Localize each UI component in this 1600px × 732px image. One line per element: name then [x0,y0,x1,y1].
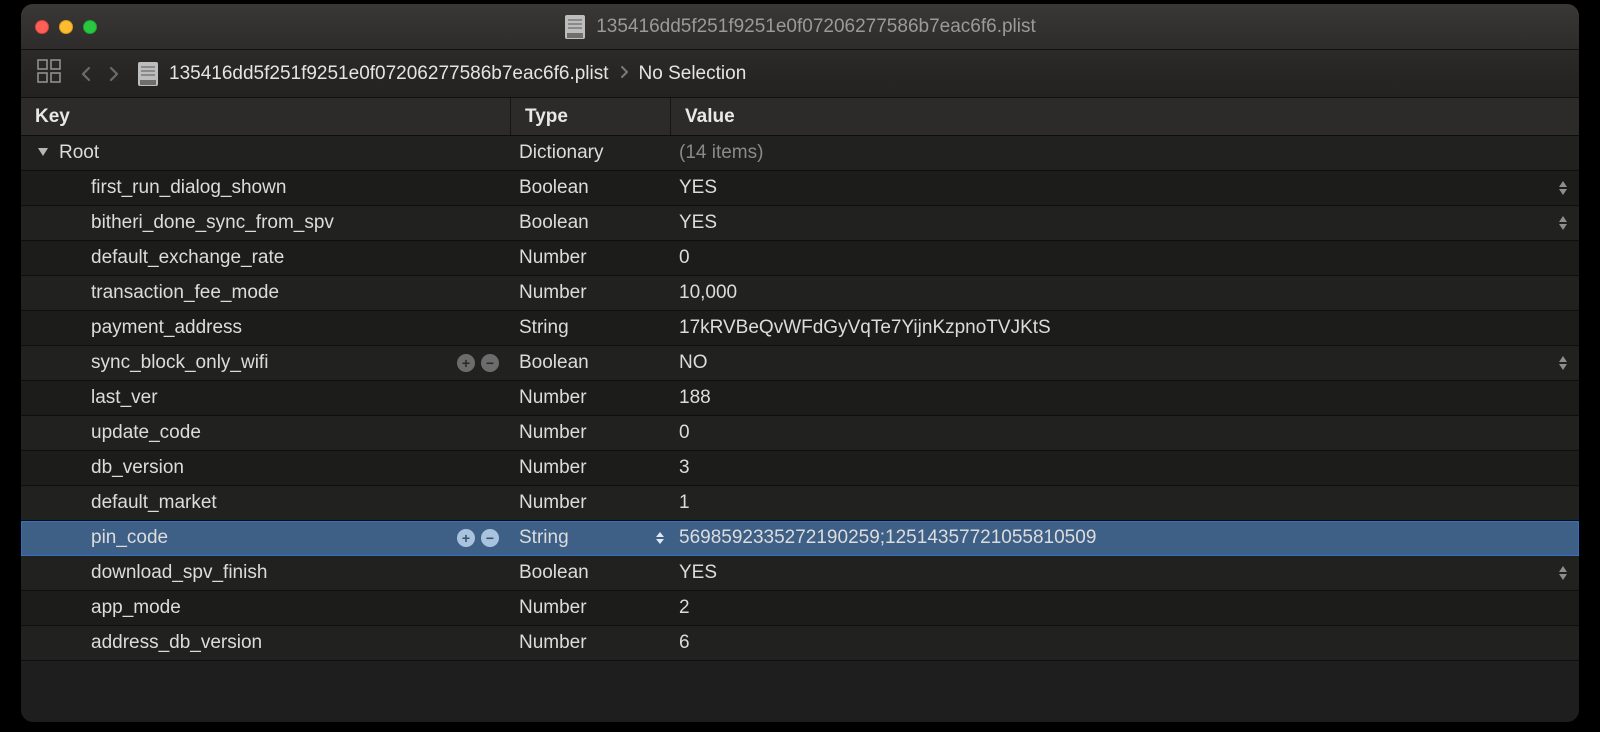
row-key: transaction_fee_mode [91,282,279,304]
nav-buttons [77,65,123,83]
table-row[interactable]: update_code Number 0 [21,416,1579,451]
row-value[interactable]: 188 [679,387,711,409]
value-stepper-icon[interactable] [1557,355,1569,371]
root-row[interactable]: Root Dictionary (14 items) [21,136,1579,171]
table-row[interactable]: default_exchange_rate Number 0 [21,241,1579,276]
file-icon [564,14,586,40]
remove-row-button[interactable]: − [481,529,499,547]
row-type[interactable]: Number [511,422,671,444]
row-value[interactable]: 6 [679,632,690,654]
row-value[interactable]: YES [679,562,717,584]
row-value[interactable]: 2 [679,597,690,619]
row-type[interactable]: Number [511,247,671,269]
value-stepper-icon[interactable] [1557,180,1569,196]
row-key: app_mode [91,597,181,619]
column-headers: Key Type Value [21,98,1579,136]
minimize-window-button[interactable] [59,20,73,34]
table-row[interactable]: transaction_fee_mode Number 10,000 [21,276,1579,311]
row-type[interactable]: Boolean [511,177,671,199]
file-icon [137,61,159,87]
row-value[interactable]: 1 [679,492,690,514]
row-type[interactable]: Number [511,387,671,409]
root-key: Root [59,142,99,164]
zoom-window-button[interactable] [83,20,97,34]
row-key: last_ver [91,387,158,409]
titlebar: 135416dd5f251f9251e0f07206277586b7eac6f6… [21,4,1579,50]
row-key: payment_address [91,317,242,339]
row-type[interactable]: String [511,317,671,339]
data-rows: Root Dictionary (14 items) first_run_dia… [21,136,1579,661]
type-stepper-icon[interactable] [655,531,665,545]
row-type[interactable]: Number [511,632,671,654]
row-value[interactable]: 0 [679,422,690,444]
nav-forward-button[interactable] [105,65,123,83]
toolbar: 135416dd5f251f9251e0f07206277586b7eac6f6… [21,50,1579,98]
root-type: Dictionary [511,142,671,164]
table-row[interactable]: default_market Number 1 [21,486,1579,521]
disclosure-triangle-icon[interactable] [37,142,49,164]
row-value[interactable]: 17kRVBeQvWFdGyVqTe7YijnKzpnoTVJKtS [679,317,1051,339]
row-value[interactable]: 5698592335272190259;12514357721055810509 [679,527,1096,549]
root-value: (14 items) [671,136,1579,170]
row-value[interactable]: 3 [679,457,690,479]
header-type[interactable]: Type [511,98,671,135]
row-type[interactable]: Boolean [511,212,671,234]
row-key: download_spv_finish [91,562,267,584]
header-key[interactable]: Key [21,98,511,135]
table-row[interactable]: db_version Number 3 [21,451,1579,486]
chevron-right-icon [619,63,629,85]
title-center: 135416dd5f251f9251e0f07206277586b7eac6f6… [21,14,1579,40]
row-key: address_db_version [91,632,262,654]
table-row[interactable]: last_ver Number 188 [21,381,1579,416]
app-window: 135416dd5f251f9251e0f07206277586b7eac6f6… [21,4,1579,722]
add-remove-buttons: +− [457,529,499,547]
row-type[interactable]: Number [511,492,671,514]
table-row[interactable]: sync_block_only_wifi+−BooleanNO [21,346,1579,381]
row-key: bitheri_done_sync_from_spv [91,212,334,234]
layout-grid-icon[interactable] [35,57,63,90]
value-stepper-icon[interactable] [1557,215,1569,231]
add-row-button[interactable]: + [457,529,475,547]
row-key: default_exchange_rate [91,247,284,269]
row-key: first_run_dialog_shown [91,177,286,199]
remove-row-button[interactable]: − [481,354,499,372]
table-row[interactable]: download_spv_finish Boolean YES [21,556,1579,591]
table-row[interactable]: payment_address String 17kRVBeQvWFdGyVqTe7… [21,311,1579,346]
row-value[interactable]: YES [679,177,717,199]
window-title: 135416dd5f251f9251e0f07206277586b7eac6f6… [596,16,1036,38]
nav-back-button[interactable] [77,65,95,83]
add-row-button[interactable]: + [457,354,475,372]
row-type[interactable]: Number [511,457,671,479]
table-row[interactable]: bitheri_done_sync_from_spv Boolean YES [21,206,1579,241]
row-value[interactable]: YES [679,212,717,234]
close-window-button[interactable] [35,20,49,34]
row-value[interactable]: 0 [679,247,690,269]
breadcrumb-selection[interactable]: No Selection [639,63,747,85]
table-row[interactable]: pin_code+−String5698592335272190259;1251… [21,521,1579,556]
row-type[interactable]: Boolean [511,352,671,374]
row-key: update_code [91,422,201,444]
header-value[interactable]: Value [671,98,1579,135]
add-remove-buttons: +− [457,354,499,372]
row-type[interactable]: Number [511,282,671,304]
value-stepper-icon[interactable] [1557,565,1569,581]
row-type[interactable]: String [511,527,671,549]
table-row[interactable]: first_run_dialog_shown Boolean YES [21,171,1579,206]
window-controls [35,20,97,34]
table-row[interactable]: app_mode Number 2 [21,591,1579,626]
row-key: db_version [91,457,184,479]
row-value[interactable]: NO [679,352,708,374]
row-type[interactable]: Number [511,597,671,619]
row-key: default_market [91,492,217,514]
row-type[interactable]: Boolean [511,562,671,584]
row-value[interactable]: 10,000 [679,282,737,304]
row-key: pin_code [91,527,168,549]
row-key: sync_block_only_wifi [91,352,268,374]
table-row[interactable]: address_db_version Number 6 [21,626,1579,661]
breadcrumb-file[interactable]: 135416dd5f251f9251e0f07206277586b7eac6f6… [169,63,609,85]
breadcrumb: 135416dd5f251f9251e0f07206277586b7eac6f6… [137,61,746,87]
